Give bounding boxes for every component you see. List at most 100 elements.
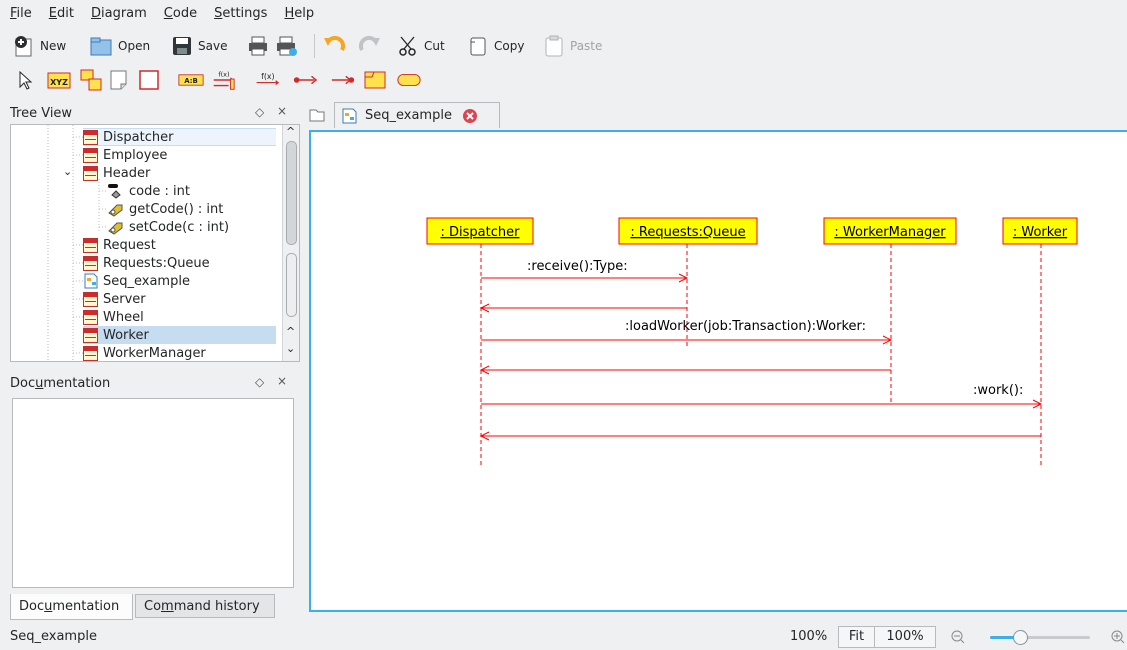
copy-button[interactable]: Copy xyxy=(466,30,524,62)
menu-help[interactable]: Help xyxy=(284,6,314,21)
menu-edit[interactable]: Edit xyxy=(49,6,74,21)
tree-item[interactable]: Server xyxy=(83,290,146,308)
class-icon xyxy=(83,291,98,307)
save-icon xyxy=(173,37,191,55)
diagram-toolbar: XYZ A:B f(x) f(x) xyxy=(0,64,500,96)
new-button[interactable]: New xyxy=(12,30,66,62)
class-icon xyxy=(83,237,98,253)
zoom-100-button[interactable]: 100% xyxy=(875,627,935,647)
tree-scroll-track-segment xyxy=(286,253,297,317)
object-tool-icon[interactable]: XYZ xyxy=(46,68,72,92)
sequence-sync-message-icon[interactable]: f(x) xyxy=(210,68,236,92)
scissors-icon xyxy=(399,36,416,56)
documentation-text-area[interactable] xyxy=(12,398,294,588)
tree-item[interactable]: Employee xyxy=(83,146,167,164)
copy-icon xyxy=(470,37,486,56)
zoom-fit-button[interactable]: Fit xyxy=(839,627,875,647)
menu-settings[interactable]: Settings xyxy=(214,6,267,21)
object-dispatcher-label: : Dispatcher xyxy=(441,225,521,240)
class-icon xyxy=(83,147,98,163)
undo-button[interactable] xyxy=(322,30,348,62)
sequence-found-message-icon[interactable]: f(x) xyxy=(254,68,280,92)
object-requests-queue-label: : Requests:Queue xyxy=(630,225,745,240)
redo-button[interactable] xyxy=(356,30,382,62)
tree-item[interactable]: getCode() : int xyxy=(107,200,223,218)
tree-item[interactable]: code : int xyxy=(107,182,190,200)
association-tool-icon[interactable]: A:B xyxy=(178,68,204,92)
object-worker-manager-label: : WorkerManager xyxy=(834,225,946,240)
open-folder-icon xyxy=(90,37,112,56)
paste-button[interactable]: Paste xyxy=(542,30,602,62)
tree-item[interactable]: Requests:Queue xyxy=(83,254,210,272)
status-text: Seq_example xyxy=(10,629,97,644)
class-icon xyxy=(83,309,98,325)
scroll-down-icon[interactable]: ⌄ xyxy=(286,342,295,355)
new-tab-icon[interactable] xyxy=(308,107,326,123)
documentation-close-icon[interactable]: × xyxy=(277,374,287,388)
box-tool-icon[interactable] xyxy=(136,68,162,92)
zoom-slider-handle[interactable] xyxy=(1013,630,1028,645)
printer-icon xyxy=(249,36,267,56)
open-button[interactable]: Open xyxy=(88,30,150,62)
expand-chevron-icon[interactable]: ⌄ xyxy=(63,165,72,178)
tree-float-icon[interactable]: ◇ xyxy=(255,105,264,119)
tree-item[interactable]: Request xyxy=(83,236,156,254)
documentation-float-icon[interactable]: ◇ xyxy=(255,375,264,389)
toolbar-separator xyxy=(314,34,315,58)
tree-item[interactable]: setCode(c : int) xyxy=(107,218,229,236)
tree-item[interactable]: Seq_example xyxy=(83,272,190,290)
class-icon xyxy=(83,165,98,181)
cut-button[interactable]: Cut xyxy=(396,30,445,62)
menu-file[interactable]: File xyxy=(10,6,32,21)
zoom-slider-track[interactable] xyxy=(990,630,1090,645)
svg-text:f(x): f(x) xyxy=(218,70,229,78)
zoom-in-icon[interactable] xyxy=(1110,629,1126,645)
sequence-diagram-icon xyxy=(84,273,98,289)
tree-item[interactable]: Header xyxy=(83,164,150,182)
print-preview-button[interactable] xyxy=(274,30,300,62)
menu-diagram[interactable]: Diagram xyxy=(91,6,147,21)
class-tool-icon[interactable] xyxy=(78,68,104,92)
scroll-up-icon[interactable]: ^ xyxy=(286,325,295,338)
new-document-icon xyxy=(15,36,32,57)
tab-command-history[interactable]: Co m mand history xyxy=(135,594,275,618)
message-load-worker-label: :loadWorker(job:Transaction):Worker: xyxy=(625,319,866,334)
status-bar: Seq_example 100% Fit 100% xyxy=(0,624,1127,650)
print-preview-icon xyxy=(277,36,297,56)
print-button[interactable] xyxy=(246,30,270,62)
class-icon xyxy=(83,327,98,343)
close-tab-icon[interactable] xyxy=(462,108,478,124)
diagram-tab-bar: Seq_example xyxy=(304,102,1127,130)
combined-fragment-icon[interactable] xyxy=(362,68,388,92)
svg-text:f(x): f(x) xyxy=(261,72,274,81)
svg-text:XYZ: XYZ xyxy=(50,78,68,87)
zoom-out-icon[interactable] xyxy=(950,629,966,645)
message-receive-label: :receive():Type: xyxy=(527,259,628,274)
scroll-up-icon[interactable]: ^ xyxy=(286,125,295,138)
undo-icon xyxy=(324,35,346,51)
save-button[interactable]: Save xyxy=(170,30,227,62)
tab-seq-example[interactable]: Seq_example xyxy=(334,102,500,128)
lost-message-icon[interactable] xyxy=(292,68,318,92)
tree-close-icon[interactable]: × xyxy=(277,104,287,118)
sequence-diagram: : Dispatcher : Requests:Queue : WorkerMa… xyxy=(426,217,1078,468)
sequence-diagram-icon xyxy=(342,108,357,123)
object-worker-label: : Worker xyxy=(1013,225,1068,240)
zoom-level: 100% xyxy=(790,629,828,644)
select-arrow-icon[interactable] xyxy=(12,68,38,92)
note-tool-icon[interactable] xyxy=(106,68,132,92)
precondition-icon[interactable] xyxy=(396,68,422,92)
menu-code[interactable]: Code xyxy=(164,6,197,21)
tree-item[interactable]: WorkerManager xyxy=(83,344,206,361)
tree-scroll-thumb[interactable] xyxy=(286,141,297,245)
message-work-label: :work(): xyxy=(973,383,1023,398)
attribute-icon xyxy=(108,184,121,199)
tree-item-selected[interactable]: Worker xyxy=(83,326,276,344)
tab-documentation[interactable]: Doc u mentation xyxy=(10,594,133,620)
operation-icon xyxy=(108,222,123,235)
tree-scrollbar[interactable]: ^ ^ ⌄ xyxy=(282,125,299,361)
tree-item[interactable]: Dispatcher xyxy=(83,128,276,146)
diagram-canvas[interactable]: : Dispatcher : Requests:Queue : WorkerMa… xyxy=(309,130,1127,612)
found-message-icon[interactable] xyxy=(330,68,356,92)
tree-item[interactable]: Wheel xyxy=(83,308,144,326)
